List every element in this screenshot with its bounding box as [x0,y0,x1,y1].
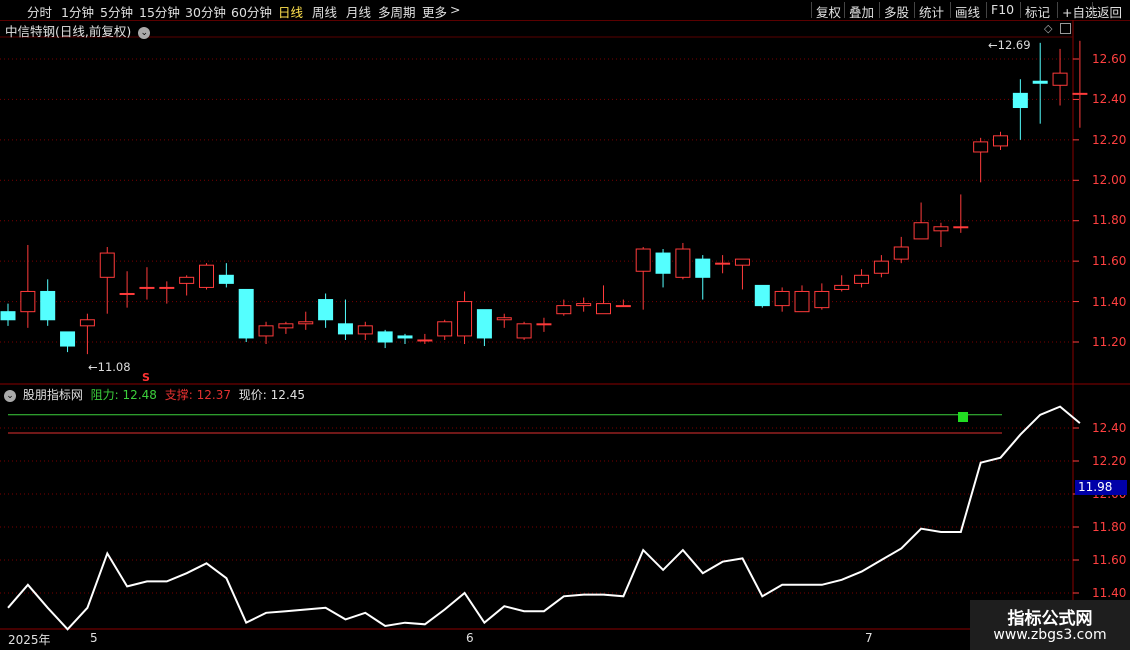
candle-body-down [318,299,334,321]
candle-body-up [357,325,373,335]
chart-canvas [0,20,1130,650]
main-price-tick: 11.80 [1092,213,1127,227]
candle-body-up [615,305,631,308]
candle-body-up [873,260,889,274]
indicator-price-tick: 12.20 [1092,454,1127,468]
resistance-value: 12.48 [122,388,157,402]
candle-body-down [60,331,76,347]
candle-body-up [536,323,552,326]
candle-body-up [675,248,691,278]
main-price-tick: 12.40 [1092,92,1127,106]
candle-body-up [814,290,830,309]
candle-body-down [695,258,711,278]
candle-body-up [199,264,214,288]
high-price-value: 12.69 [997,38,1031,52]
candle-body-down [0,311,16,321]
sell-signal-marker: S [142,371,150,384]
main-price-tick: 12.00 [1092,173,1127,187]
candle-body-up [1052,72,1068,86]
candle-body-up [139,286,155,289]
close-price-line [7,405,1081,631]
main-price-tick: 12.20 [1092,133,1127,147]
candle-body-up [734,258,750,266]
candle-body-up [854,274,870,284]
candle-body-up [993,135,1008,147]
candle-body-down [238,288,254,339]
date-year-label: 2025年 [8,633,51,647]
chevron-down-icon[interactable]: ⌄ [138,26,151,39]
date-month-label: 5 [90,631,98,645]
candle-body-down [655,252,671,274]
price-value: 12.45 [270,388,306,402]
main-panel-title[interactable]: 中信特钢(日线,前复权) ⌄ [5,21,151,40]
candle-body-down [1032,80,1048,84]
candle-body-up [834,284,850,290]
indicator-name: 股朋指标网 [22,388,83,402]
candle-body-down [337,323,353,335]
candle-body-up [496,317,512,321]
candle-body-up [933,226,949,232]
candle-body-up [417,339,433,342]
watermark: 指标公式网 www.zbgs3.com [970,600,1130,650]
chevron-down-icon[interactable]: ⌄ [4,389,16,402]
candle-body-down [377,331,393,343]
candle-body-down [754,284,770,307]
candle-body-down [218,274,234,284]
price-label: 现价: [238,388,267,402]
watermark-title: 指标公式网 [1007,609,1093,629]
low-price-marker: ←11.08 [88,360,131,374]
main-price-tick: 11.60 [1092,254,1127,268]
low-price-value: 11.08 [97,360,131,374]
candle-body-up [298,321,314,325]
date-month-label: 7 [865,631,873,645]
candle-body-up [556,305,572,315]
candle-body-up [179,276,195,284]
candle-body-up [973,141,989,153]
resistance-label: 阻力: [90,388,119,402]
candle-body-up [1072,92,1088,95]
candle-body-up [516,323,532,339]
candle-body-up [794,290,810,313]
panel-toggle-icon[interactable] [1060,23,1071,34]
candle-body-up [596,303,611,315]
candle-body-up [99,252,115,278]
candle-body-up [953,226,969,229]
candle-body-up [258,325,274,337]
main-price-tick: 11.20 [1092,335,1127,349]
candle-body-up [79,319,95,327]
candle-body-up [715,262,731,265]
candle-body-up [437,321,453,337]
watermark-url: www.zbgs3.com [993,627,1107,643]
candle-body-up [119,292,135,295]
main-price-tick: 11.40 [1092,295,1127,309]
candle-body-down [1012,92,1028,109]
candle-body-up [576,303,592,307]
current-marker [958,412,968,422]
candle-body-up [774,290,790,307]
indicator-panel-title[interactable]: ⌄ 股朋指标网 阻力: 12.48 支撑: 12.37 现价: 12.45 [4,386,305,403]
candle-body-up [457,301,473,337]
support-value: 12.37 [196,388,231,402]
indicator-price-tick: 11.40 [1092,586,1127,600]
candle-body-down [40,290,56,321]
candle-body-up [635,248,651,272]
date-month-label: 6 [466,631,474,645]
indicator-price-tick: 11.80 [1092,520,1127,534]
candle-body-down [476,309,492,339]
candle-body-up [159,286,175,289]
diamond-icon[interactable]: ◇ [1044,22,1052,35]
support-label: 支撑: [164,388,193,402]
candle-body-up [893,246,909,260]
indicator-price-tick: 11.60 [1092,553,1127,567]
candle-body-up [20,290,36,313]
high-price-marker: ←12.69 [988,38,1031,52]
current-price-tag: 11.98 [1075,480,1127,495]
stock-title: 中信特钢(日线,前复权) [5,24,132,39]
indicator-price-tick: 12.40 [1092,421,1127,435]
candle-body-down [397,335,413,339]
candle-body-up [913,222,929,240]
candle-body-up [278,323,294,329]
main-price-tick: 12.60 [1092,52,1127,66]
